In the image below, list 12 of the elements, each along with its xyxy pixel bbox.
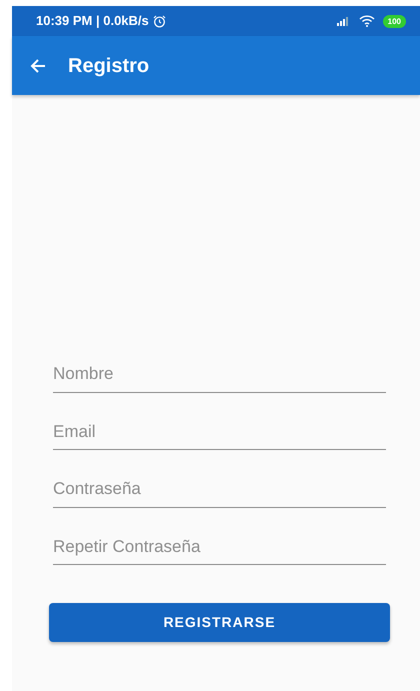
input-field[interactable]: Contraseña (53, 472, 386, 508)
input-field[interactable]: Nombre (53, 357, 386, 392)
back-arrow-icon[interactable] (30, 58, 46, 74)
input-field[interactable]: Email (53, 414, 386, 450)
status-text: 10:39 PM | 0.0kB/s (36, 12, 149, 30)
register-button[interactable]: REGISTRARSE (49, 603, 390, 642)
screen-title: Registro (68, 54, 150, 78)
wifi-icon (358, 15, 375, 27)
alarm-icon (152, 14, 166, 28)
signal-icon (336, 16, 351, 26)
battery-level: 100 (382, 14, 406, 28)
input-field[interactable]: Repetir Contraseña (53, 530, 386, 565)
